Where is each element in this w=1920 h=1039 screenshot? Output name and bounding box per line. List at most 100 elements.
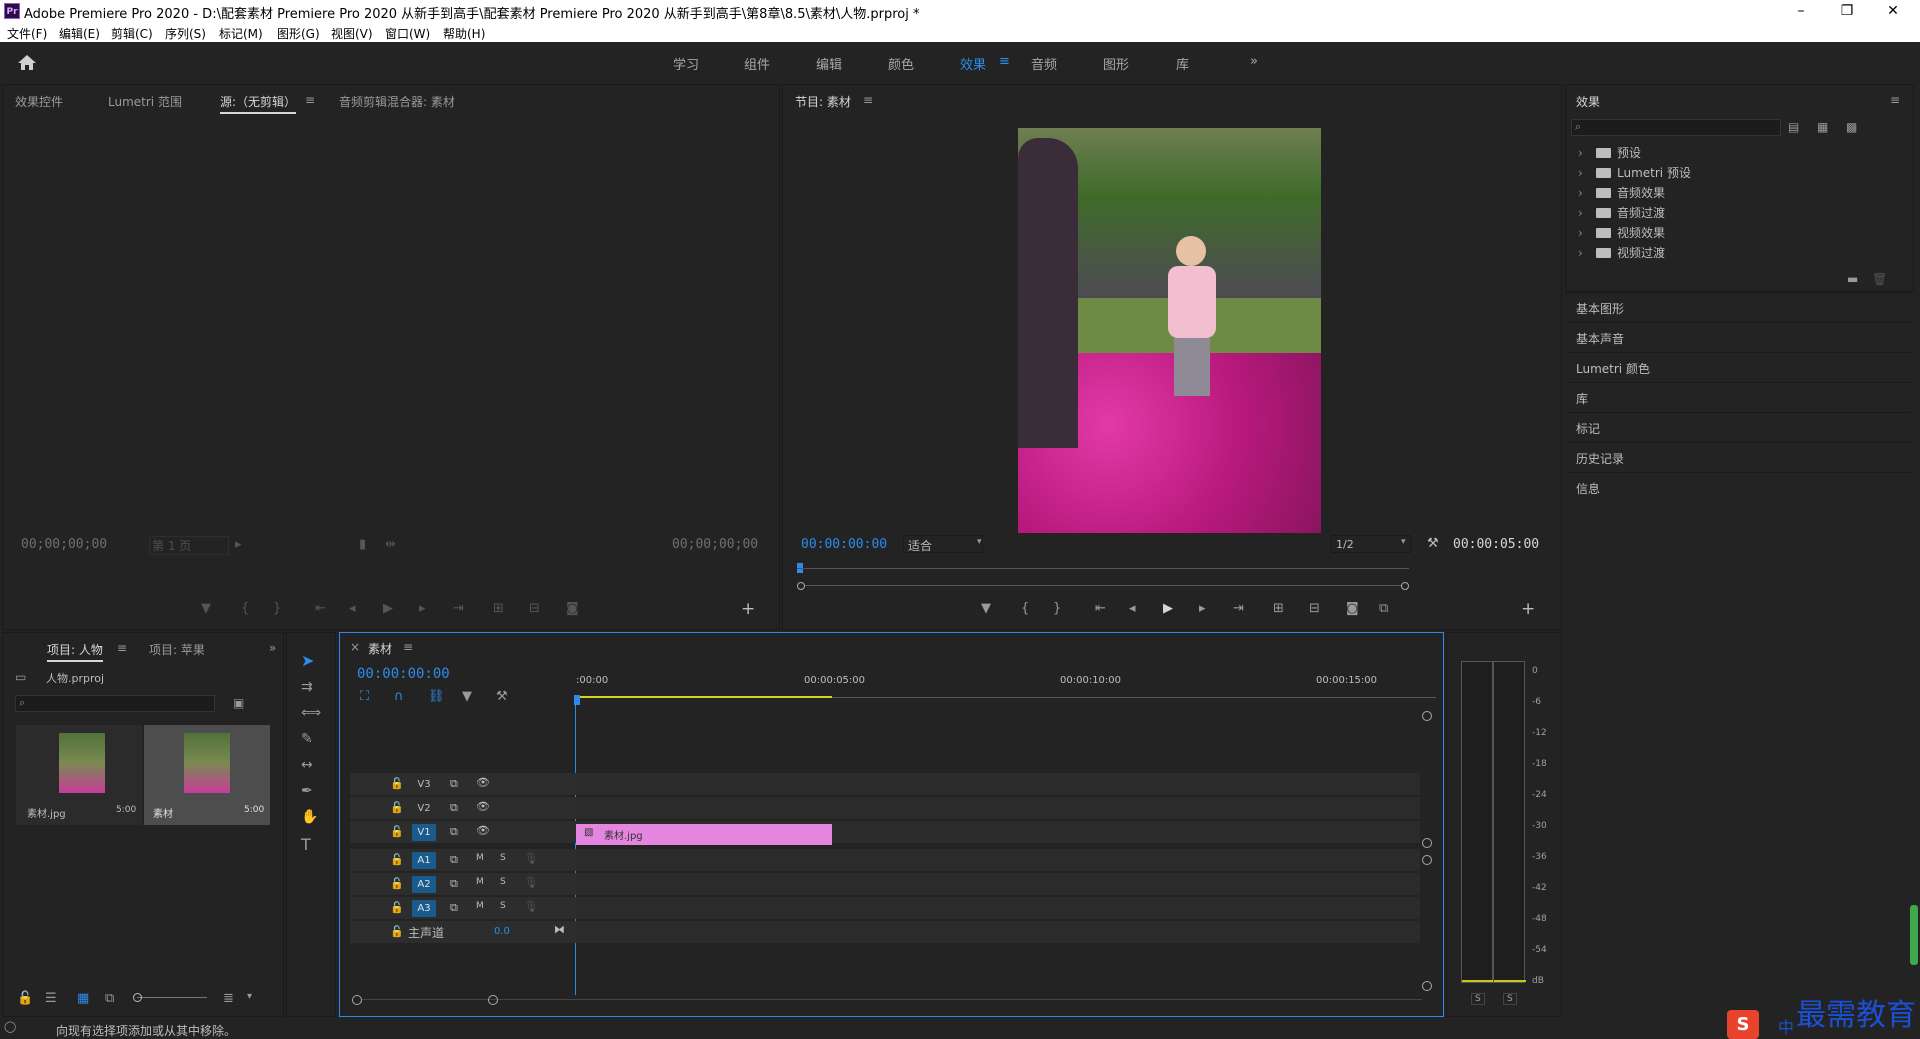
track-mic-icon[interactable]: 🎙 (524, 852, 538, 865)
solo-button[interactable]: S (500, 877, 506, 887)
program-step-forward-icon[interactable]: ▸ (1199, 601, 1206, 616)
project-item-card[interactable]: 素材.jpg 5:00 (16, 725, 142, 825)
track-v2[interactable] (576, 797, 1420, 819)
razor-tool-icon[interactable]: ✎ (301, 731, 313, 747)
workspace-more-icon[interactable]: » (1250, 54, 1258, 69)
meter-solo-right[interactable]: S (1503, 993, 1517, 1005)
source-add-button-icon[interactable]: + (741, 599, 755, 619)
workspace-menu-icon[interactable]: ≡ (999, 54, 1010, 69)
mute-button[interactable]: M (476, 901, 484, 911)
track-eye-icon[interactable]: 👁 (476, 776, 490, 789)
track-a2[interactable] (576, 873, 1420, 895)
track-label-targeted[interactable]: A1 (412, 852, 436, 869)
tab-sequence[interactable]: 素材 (368, 640, 392, 657)
new-bin-folder-icon[interactable]: ▬ (1847, 272, 1858, 286)
source-step-back-icon[interactable]: ◂ (349, 601, 356, 616)
selection-tool-icon[interactable]: ➤ (301, 651, 314, 670)
workspace-editing[interactable]: 编辑 (816, 54, 842, 73)
track-sync-icon[interactable]: ⧉ (450, 877, 458, 891)
program-export-frame-icon[interactable]: ◙ (1346, 601, 1359, 616)
project-item-card-selected[interactable]: 素材 5:00 (144, 725, 270, 825)
close-button[interactable]: ✕ (1870, 0, 1916, 22)
track-lock-icon[interactable]: 🔓 (390, 777, 404, 790)
tab-program[interactable]: 节目: 素材 (795, 93, 851, 110)
tab-project-apple[interactable]: 项目: 苹果 (149, 641, 205, 658)
linked-selection-icon[interactable]: ⛓ (428, 689, 445, 704)
yuv-effects-icon[interactable]: ▩ (1846, 120, 1857, 134)
program-monitor-preview[interactable] (1018, 128, 1321, 533)
source-export-frame-icon[interactable]: ◙ (566, 601, 579, 616)
source-page-select[interactable]: 第 1 页 (149, 536, 229, 555)
pen-tool-icon[interactable]: ✒ (301, 783, 313, 799)
program-mark-in-icon[interactable]: { (1021, 601, 1029, 616)
track-label[interactable]: V2 (412, 800, 436, 817)
menu-file[interactable]: 文件(F) (7, 25, 47, 42)
hscroll-right-handle[interactable] (488, 995, 498, 1005)
timeline-tab-menu-icon[interactable]: ≡ (403, 640, 413, 654)
program-extract-icon[interactable]: ⊟ (1309, 601, 1320, 616)
workspace-effects[interactable]: 效果 (960, 54, 986, 73)
video-scroll-bottom-handle[interactable] (1422, 838, 1432, 848)
track-lock-icon[interactable]: 🔓 (390, 901, 404, 914)
resolution-select[interactable]: 1/2 (1331, 535, 1411, 553)
track-sync-icon[interactable]: ⧉ (450, 853, 458, 867)
project-find-bin-icon[interactable]: ▣ (233, 696, 244, 710)
program-goto-in-icon[interactable]: ⇤ (1095, 601, 1106, 616)
menu-graphics[interactable]: 图形(G) (277, 25, 320, 42)
menu-clip[interactable]: 剪辑(C) (111, 25, 153, 42)
panel-info[interactable]: 信息 (1567, 472, 1911, 501)
master-expand-icon[interactable]: ⧓ (554, 923, 565, 936)
timeline-ruler[interactable]: :00:00 00:00:05:00 00:00:10:00 00:00:15:… (574, 671, 1436, 705)
ripple-edit-tool-icon[interactable]: ⟺ (301, 705, 321, 721)
program-settings-wrench-icon[interactable]: ⚒ (1427, 536, 1439, 551)
track-a3[interactable] (576, 897, 1420, 919)
track-eye-icon[interactable]: 👁 (476, 824, 490, 837)
track-label-targeted[interactable]: A2 (412, 876, 436, 893)
freeform-view-icon[interactable]: ⧉ (105, 991, 114, 1006)
video-scroll-top-handle[interactable] (1422, 711, 1432, 721)
project-lock-icon[interactable]: 🔓 (17, 991, 33, 1006)
timeline-horizontal-scrollbar[interactable] (352, 995, 1422, 1005)
menu-help[interactable]: 帮助(H) (443, 25, 485, 42)
program-tab-menu-icon[interactable]: ≡ (863, 93, 873, 107)
track-lock-icon[interactable]: 🔓 (390, 801, 404, 814)
effects-item-audio-transitions[interactable]: › 音频过渡 (1578, 204, 1665, 222)
source-goto-out-icon[interactable]: ⇥ (453, 601, 464, 616)
source-overwrite-icon[interactable]: ⊟ (529, 601, 540, 616)
list-view-icon[interactable]: ☰ (45, 991, 57, 1006)
panel-lumetri-color[interactable]: Lumetri 颜色 (1567, 352, 1911, 381)
track-lock-icon[interactable]: 🔓 (390, 877, 404, 890)
effects-item-presets[interactable]: › 预设 (1578, 144, 1641, 162)
zoom-left-handle[interactable] (797, 582, 805, 590)
restore-button[interactable]: ❐ (1824, 0, 1870, 22)
fit-select[interactable]: 适合 (903, 535, 983, 553)
program-compare-icon[interactable]: ⧉ (1379, 601, 1388, 616)
menu-window[interactable]: 窗口(W) (385, 25, 430, 42)
mute-button[interactable]: M (476, 853, 484, 863)
source-play-icon[interactable]: ▶ (383, 601, 393, 616)
project-tab-menu-icon[interactable]: ≡ (117, 641, 127, 655)
source-mark-out-icon[interactable]: } (273, 601, 281, 616)
sort-icons-icon[interactable]: ≣ (223, 991, 234, 1006)
track-sync-icon[interactable]: ⧉ (450, 801, 458, 815)
source-insert-button-icon[interactable]: ⊞ (493, 601, 504, 616)
32bit-effects-icon[interactable]: ▦ (1817, 120, 1828, 134)
audio-scroll-bottom-handle[interactable] (1422, 981, 1432, 991)
timeline-clip[interactable]: ▧ 素材.jpg (576, 824, 832, 845)
timeline-playhead[interactable] (574, 695, 580, 705)
program-mark-out-icon[interactable]: } (1053, 601, 1061, 616)
panel-essential-graphics[interactable]: 基本图形 (1567, 292, 1911, 321)
track-lock-icon[interactable]: 🔓 (390, 925, 404, 938)
track-a1[interactable] (576, 849, 1420, 871)
track-sync-icon[interactable]: ⧉ (450, 777, 458, 791)
track-lock-icon[interactable]: 🔓 (390, 825, 404, 838)
audio-scroll-top-handle[interactable] (1422, 855, 1432, 865)
tab-project-people[interactable]: 项目: 人物 (47, 641, 103, 662)
workspace-audio[interactable]: 音频 (1031, 54, 1057, 73)
effects-menu-icon[interactable]: ≡ (1890, 93, 1900, 107)
meter-solo-left[interactable]: S (1471, 993, 1485, 1005)
tab-effect-controls[interactable]: 效果控件 (15, 93, 63, 110)
program-goto-out-icon[interactable]: ⇥ (1233, 601, 1244, 616)
source-timecode-in[interactable]: 00;00;00;00 (21, 537, 107, 552)
program-play-icon[interactable]: ▶ (1163, 601, 1173, 616)
